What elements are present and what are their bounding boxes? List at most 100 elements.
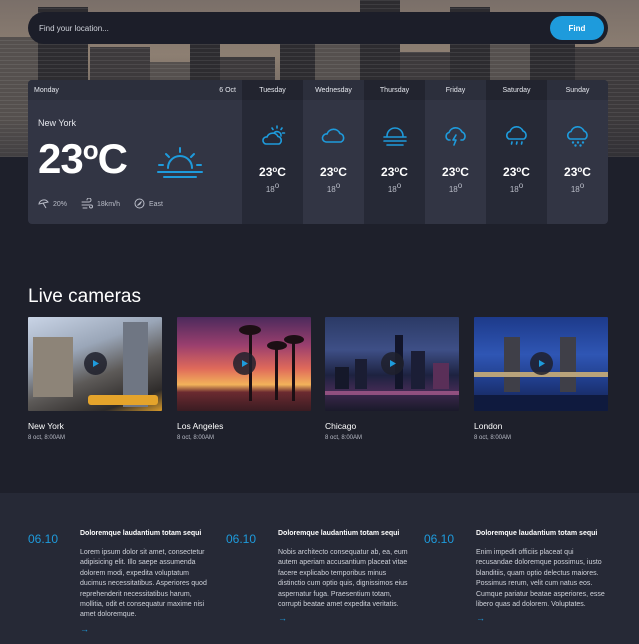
- forecast-panel: Monday 6 Oct New York 23oC 20% 18km/h Ea…: [28, 80, 608, 224]
- today-header: Monday 6 Oct: [28, 80, 242, 100]
- camera-timestamp: 8 oct, 8:00AM: [325, 435, 363, 441]
- forecast-day-tuesday: Tuesday 23oC 18o: [242, 80, 303, 224]
- camera-thumbnail[interactable]: [474, 317, 608, 411]
- humidity-detail: 20%: [38, 198, 67, 211]
- compass-icon: [134, 198, 145, 211]
- temperature-unit: C: [97, 135, 128, 182]
- camera-timestamp: 8 oct, 8:00AM: [177, 435, 215, 441]
- low-temperature: 18o: [449, 181, 462, 194]
- camera-location[interactable]: Chicago: [325, 421, 459, 431]
- wind-speed: 18km/h: [97, 201, 120, 208]
- low-value: 18: [448, 185, 458, 194]
- news-item: 06.10 Doloremque laudantium totam sequi …: [424, 530, 608, 623]
- temperature-value: 23: [38, 135, 84, 182]
- news-item: 06.10 Doloremque laudantium totam sequi …: [226, 530, 410, 623]
- forecast-day-thursday: Thursday 23oC 18o: [364, 80, 425, 224]
- day-name: Tuesday: [242, 80, 303, 100]
- news-text: Lorem ipsum dolor sit amet, consectetur …: [80, 549, 207, 619]
- news-date: 06.10: [28, 532, 59, 546]
- camera-timestamp: 8 oct, 8:00AM: [474, 435, 512, 441]
- location-search-input[interactable]: [28, 12, 550, 44]
- wind-direction: East: [148, 201, 163, 208]
- live-cameras-heading: Live cameras: [28, 286, 141, 307]
- temp-unit: C: [338, 165, 347, 179]
- high-temperature: 23oC: [564, 165, 591, 179]
- low-value: 18: [509, 185, 519, 194]
- temp-unit: C: [460, 165, 469, 179]
- camera-card-new-york[interactable]: New York 8 oct, 8:00AM: [28, 317, 162, 441]
- low-value: 18: [570, 185, 580, 194]
- day-name: Saturday: [486, 80, 547, 100]
- forecast-day-sunday: Sunday 23oC 18o: [547, 80, 608, 224]
- news-date: 06.10: [424, 532, 455, 546]
- day-name: Friday: [425, 80, 486, 100]
- camera-location[interactable]: New York: [28, 421, 162, 431]
- low-value: 18: [387, 185, 397, 194]
- forecast-day-friday: Friday 23oC 18o: [425, 80, 486, 224]
- high-temperature: 23oC: [442, 165, 469, 179]
- camera-card-chicago[interactable]: Chicago 8 oct, 8:00AM: [325, 317, 459, 441]
- sunrise-icon: [156, 146, 204, 185]
- low-temperature: 18o: [266, 181, 279, 194]
- arrow-right-icon[interactable]: →: [476, 613, 608, 623]
- high-value: 23: [503, 165, 517, 179]
- find-button[interactable]: Find: [550, 16, 604, 40]
- thunderstorm-icon: [443, 125, 469, 147]
- play-icon[interactable]: [530, 352, 553, 375]
- low-temperature: 18o: [327, 181, 340, 194]
- today-card: Monday 6 Oct New York 23oC 20% 18km/h Ea…: [28, 80, 242, 224]
- camera-thumbnail[interactable]: [325, 317, 459, 411]
- current-temperature: 23oC: [38, 135, 128, 183]
- high-temperature: 23oC: [259, 165, 286, 179]
- wind-detail: 18km/h: [81, 197, 120, 211]
- news-title[interactable]: Doloremque laudantium totam sequi: [80, 530, 212, 537]
- degree-symbol: o: [518, 181, 524, 190]
- arrow-right-icon[interactable]: →: [80, 624, 212, 634]
- news-date: 06.10: [226, 532, 257, 546]
- fog-icon: [382, 125, 408, 147]
- high-temperature: 23oC: [320, 165, 347, 179]
- day-name: Thursday: [364, 80, 425, 100]
- high-value: 23: [259, 165, 273, 179]
- camera-thumbnail[interactable]: [28, 317, 162, 411]
- temp-unit: C: [521, 165, 530, 179]
- weather-details: 20% 18km/h East: [38, 197, 163, 211]
- degree-symbol: o: [274, 181, 280, 190]
- rain-icon: [504, 125, 530, 147]
- forecast-day-saturday: Saturday 23oC 18o: [486, 80, 547, 224]
- camera-card-los-angeles[interactable]: Los Angeles 8 oct, 8:00AM: [177, 317, 311, 441]
- arrow-right-icon[interactable]: →: [278, 613, 410, 623]
- low-temperature: 18o: [571, 181, 584, 194]
- news-title[interactable]: Doloremque laudantium totam sequi: [476, 530, 608, 537]
- play-icon[interactable]: [381, 352, 404, 375]
- degree-symbol: o: [457, 181, 463, 190]
- camera-location[interactable]: Los Angeles: [177, 421, 311, 431]
- high-value: 23: [564, 165, 578, 179]
- snow-icon: [565, 125, 591, 147]
- forecast-day-wednesday: Wednesday 23oC 18o: [303, 80, 364, 224]
- news-item: 06.10 Doloremque laudantium totam sequi …: [28, 530, 212, 634]
- camera-location[interactable]: London: [474, 421, 608, 431]
- day-name: Wednesday: [303, 80, 364, 100]
- wind-icon: [81, 197, 93, 211]
- camera-thumbnail[interactable]: [177, 317, 311, 411]
- low-value: 18: [326, 185, 336, 194]
- today-date: 6 Oct: [219, 86, 236, 94]
- direction-detail: East: [134, 198, 163, 211]
- news-text: Enim impedit officiis placeat qui recusa…: [476, 549, 605, 609]
- location-name: New York: [38, 118, 77, 128]
- play-icon[interactable]: [84, 352, 107, 375]
- news-title[interactable]: Doloremque laudantium totam sequi: [278, 530, 410, 537]
- high-value: 23: [320, 165, 334, 179]
- temp-unit: C: [399, 165, 408, 179]
- humidity-value: 20%: [53, 201, 68, 208]
- degree-symbol: o: [335, 181, 341, 190]
- play-icon[interactable]: [233, 352, 256, 375]
- location-search-bar: Find: [28, 12, 608, 44]
- camera-card-london[interactable]: London 8 oct, 8:00AM: [474, 317, 608, 441]
- camera-timestamp: 8 oct, 8:00AM: [28, 435, 66, 441]
- cloud-icon: [321, 125, 347, 147]
- high-temperature: 23oC: [381, 165, 408, 179]
- temp-unit: C: [582, 165, 591, 179]
- high-value: 23: [442, 165, 456, 179]
